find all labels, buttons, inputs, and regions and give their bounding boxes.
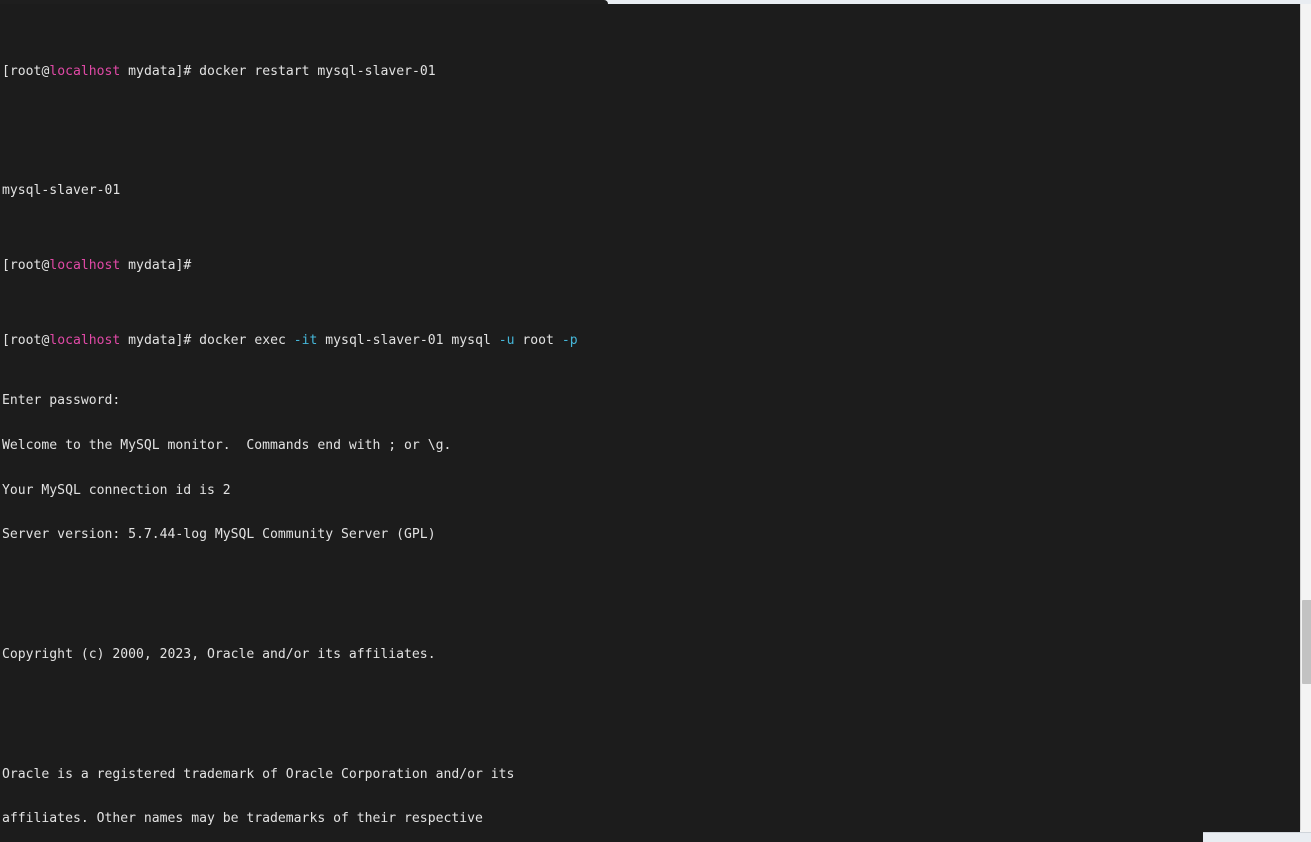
prompt-host-3: localhost	[49, 332, 121, 348]
cmd-docker-restart-text: docker restart mysql-slaver-01	[199, 63, 436, 79]
prompt-suffix-3: ]#	[175, 332, 200, 348]
prompt-user-3: root	[9, 332, 42, 348]
prompt-user: root	[9, 63, 42, 79]
cmd-docker-exec-user: root	[514, 332, 562, 348]
prompt-dir-2: mydata	[128, 258, 176, 274]
flag-u: -u	[498, 332, 515, 348]
blank-line-2	[2, 588, 1300, 603]
vertical-scrollbar[interactable]	[1300, 4, 1311, 842]
line-container-name: mysql-slaver-01	[2, 183, 1300, 199]
flag-p: -p	[561, 332, 578, 348]
terminal-output-area[interactable]: [root@localhost mydata]# docker restart …	[0, 4, 1300, 842]
line-copyright: Copyright (c) 2000, 2023, Oracle and/or …	[2, 646, 436, 662]
taskbar-nub	[1203, 832, 1311, 842]
line-server-version: Server version: 5.7.44-log MySQL Communi…	[2, 527, 436, 543]
prompt-host: localhost	[49, 63, 121, 79]
prompt-user-2: root	[9, 258, 42, 274]
line-cmd-docker-exec: [root@localhost mydata]# docker exec -it…	[2, 332, 1300, 349]
line-bare-prompt: [root@localhost mydata]#	[2, 258, 1300, 274]
prompt-dir-3: mydata	[128, 332, 176, 348]
line-cmd-docker-restart: [root@localhost mydata]# docker restart …	[2, 63, 1300, 80]
line-enter-password: Enter password:	[2, 392, 121, 408]
prompt-suffix-2: ]#	[175, 258, 200, 274]
line-connection-id: Your MySQL connection id is 2	[2, 482, 231, 498]
line-trademark-2: affiliates. Other names may be trademark…	[2, 811, 483, 827]
flag-it: -it	[293, 332, 318, 348]
blank-line-3	[2, 708, 1300, 723]
prompt-dir: mydata	[128, 63, 176, 79]
prompt-open-bracket-2: [	[2, 258, 10, 274]
prompt-open-bracket-3: [	[2, 332, 10, 348]
cmd-docker-exec-text: docker exec	[199, 332, 294, 348]
prompt-open-bracket: [	[2, 63, 10, 79]
terminal-window: [root@localhost mydata]# docker restart …	[0, 0, 1311, 842]
scrollbar-thumb[interactable]	[1302, 600, 1311, 684]
output-container-name: mysql-slaver-01	[2, 183, 121, 199]
line-welcome: Welcome to the MySQL monitor. Commands e…	[2, 437, 452, 453]
prompt-host-2: localhost	[49, 258, 121, 274]
line-trademark-1: Oracle is a registered trademark of Orac…	[2, 766, 515, 782]
cmd-docker-exec-mid: mysql-slaver-01 mysql	[317, 332, 499, 348]
prompt-suffix: ]#	[175, 63, 200, 79]
